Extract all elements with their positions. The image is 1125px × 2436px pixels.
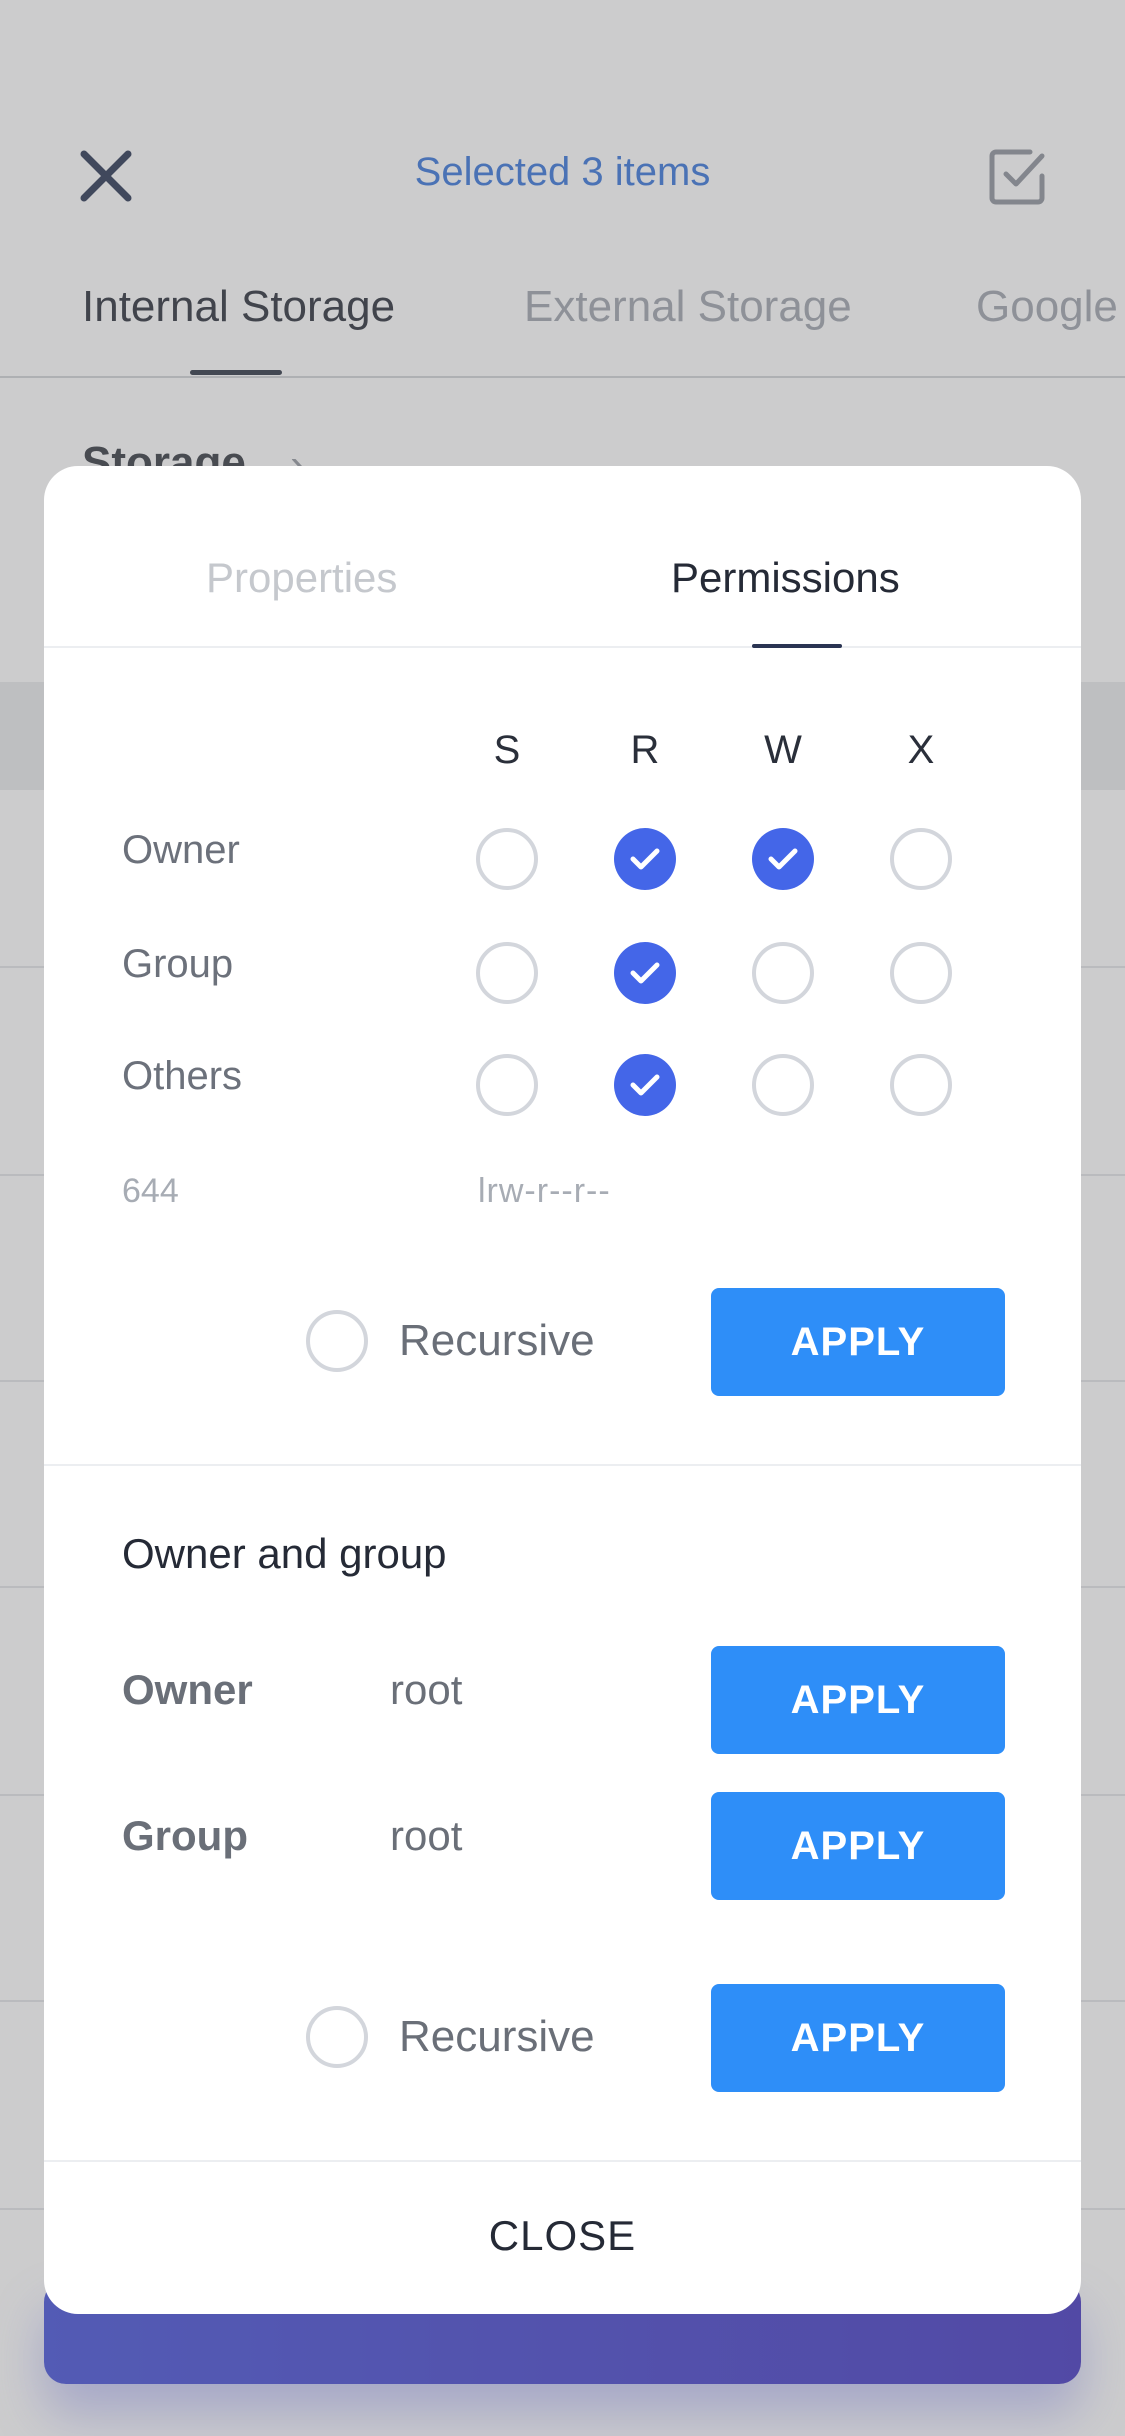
permission-radio-group-r[interactable] xyxy=(614,942,676,1004)
recursive-label: Recursive xyxy=(399,1316,595,1365)
tab-indicator xyxy=(752,644,842,648)
permission-radio-group-x[interactable] xyxy=(890,942,952,1004)
recursive-label: Recursive xyxy=(399,2012,595,2061)
recursive-radio[interactable] xyxy=(306,1310,368,1372)
check-icon xyxy=(630,848,660,870)
permission-radio-owner-s[interactable] xyxy=(476,828,538,890)
dialog-tabs: Properties Permissions xyxy=(44,466,1081,648)
check-icon xyxy=(630,962,660,984)
column-header-x: X xyxy=(907,728,935,772)
permission-radio-others-s[interactable] xyxy=(476,1054,538,1116)
permission-radio-others-x[interactable] xyxy=(890,1054,952,1116)
octal-permissions: 644 xyxy=(122,1172,179,1210)
tab-properties[interactable]: Properties xyxy=(206,554,397,602)
row-label-others: Others xyxy=(122,1054,243,1098)
footer-divider xyxy=(44,2160,1081,2162)
symbolic-permissions: lrw-r--r-- xyxy=(478,1172,611,1210)
apply-recursive-owner-group-button[interactable]: APPLY xyxy=(711,1984,1005,2092)
owner-value[interactable]: root xyxy=(390,1666,462,1714)
close-button[interactable]: CLOSE xyxy=(44,2212,1081,2260)
section-divider xyxy=(44,1464,1081,1466)
tab-permissions[interactable]: Permissions xyxy=(671,554,900,602)
permission-radio-group-s[interactable] xyxy=(476,942,538,1004)
row-label-owner: Owner xyxy=(122,828,240,872)
apply-group-button[interactable]: APPLY xyxy=(711,1792,1005,1900)
check-icon xyxy=(768,848,798,870)
recursive-owner-group-radio[interactable] xyxy=(306,2006,368,2068)
permission-radio-owner-r[interactable] xyxy=(614,828,676,890)
permission-radio-owner-w[interactable] xyxy=(752,828,814,890)
column-header-s: S xyxy=(493,728,521,772)
row-label-group: Group xyxy=(122,942,234,986)
check-icon xyxy=(630,1074,660,1096)
permissions-dialog: Properties Permissions S R W X Owner Gro… xyxy=(44,466,1081,2314)
column-header-r: R xyxy=(630,728,660,772)
permission-radio-owner-x[interactable] xyxy=(890,828,952,890)
apply-permissions-button[interactable]: APPLY xyxy=(711,1288,1005,1396)
group-value[interactable]: root xyxy=(390,1812,462,1860)
permission-radio-group-w[interactable] xyxy=(752,942,814,1004)
section-title-owner-group: Owner and group xyxy=(122,1530,447,1577)
permission-radio-others-w[interactable] xyxy=(752,1054,814,1116)
permission-radio-others-r[interactable] xyxy=(614,1054,676,1116)
owner-label: Owner xyxy=(122,1666,253,1713)
apply-owner-button[interactable]: APPLY xyxy=(711,1646,1005,1754)
column-header-w: W xyxy=(764,728,802,772)
group-label: Group xyxy=(122,1812,248,1859)
